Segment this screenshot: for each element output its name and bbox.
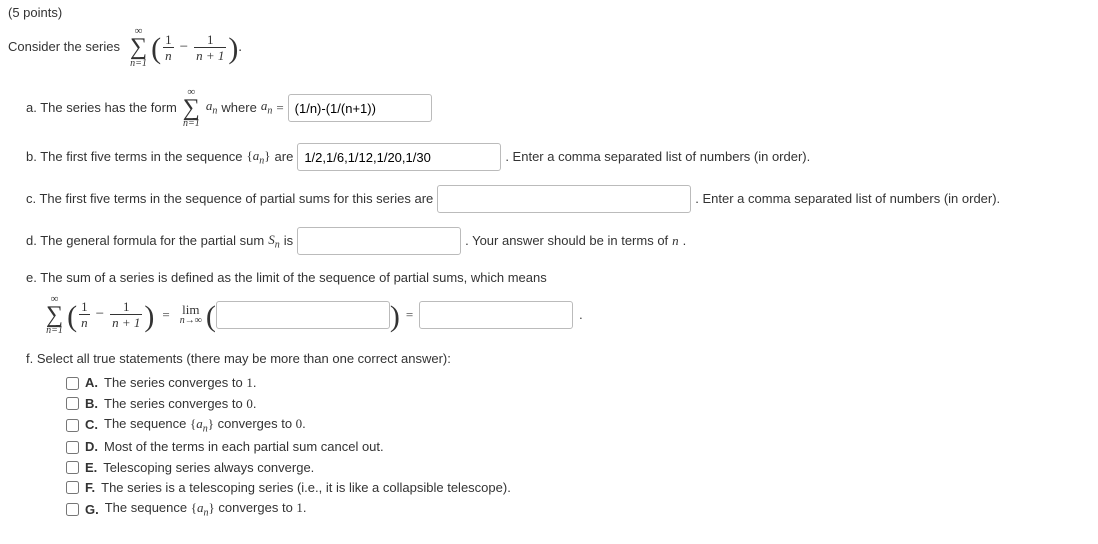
part-b: b. The first five terms in the sequence … xyxy=(26,143,1090,171)
choice-b-checkbox[interactable] xyxy=(66,397,79,410)
part-c-input[interactable] xyxy=(437,185,691,213)
summation-symbol: ∞ ∑ n=1 xyxy=(130,26,147,69)
choice-letter: C. xyxy=(85,416,98,434)
part-c-text: c. The first five terms in the sequence … xyxy=(26,190,433,208)
series-expr-e: ( 1n − 1n + 1 ) xyxy=(67,300,154,329)
sum-lower: n=1 xyxy=(130,59,147,69)
equals-2: = xyxy=(406,306,413,324)
fraction-2: 1n + 1 xyxy=(194,33,226,62)
part-a: a. The series has the form ∞ ∑ n=1 an wh… xyxy=(26,87,1090,130)
choice-letter: D. xyxy=(85,438,98,456)
choice-e-checkbox[interactable] xyxy=(66,461,79,474)
summation-e: ∞ ∑ n=1 xyxy=(46,294,63,337)
intro-text: Consider the series xyxy=(8,38,120,56)
sn-symbol: Sn xyxy=(268,231,280,253)
sigma-icon: ∑ xyxy=(130,37,147,59)
part-b-input[interactable] xyxy=(297,143,501,171)
part-c: c. The first five terms in the sequence … xyxy=(26,185,1090,213)
choice-d-checkbox[interactable] xyxy=(66,441,79,454)
part-f: f. Select all true statements (there may… xyxy=(26,350,1090,520)
choice-list: A. The series converges to 1. B. The series… xyxy=(66,374,1090,520)
part-d: d. The general formula for the partial s… xyxy=(26,227,1090,255)
choice-g-checkbox[interactable] xyxy=(66,503,79,516)
part-c-hint: . Enter a comma separated list of number… xyxy=(695,190,1000,208)
choice-letter: G. xyxy=(85,501,99,519)
part-a-text: a. The series has the form xyxy=(26,99,177,117)
choice-text: Telescoping series always converge. xyxy=(103,459,314,477)
choice-text: The series is a telescoping series (i.e.… xyxy=(101,479,511,497)
limit-symbol: lim n→∞ xyxy=(180,303,202,326)
choice-text: The sequence {an} converges to 0. xyxy=(104,415,306,437)
choice-text: The sequence {an} converges to 1. xyxy=(105,499,307,521)
an-symbol: an xyxy=(206,97,218,119)
part-d-text: d. The general formula for the partial s… xyxy=(26,232,264,250)
part-b-hint: . Enter a comma separated list of number… xyxy=(505,148,810,166)
an-set: {an} xyxy=(247,147,271,169)
n-var: n xyxy=(672,232,679,250)
choice-letter: A. xyxy=(85,374,98,392)
choice-b: B. The series converges to 0. xyxy=(66,395,1090,413)
choice-text: Most of the terms in each partial sum ca… xyxy=(104,438,384,456)
part-d-hint: . Your answer should be in terms of xyxy=(465,232,668,250)
is-text: is xyxy=(284,232,293,250)
dot: . xyxy=(579,306,582,324)
choice-text: The series converges to 0. xyxy=(104,395,256,413)
part-a-input[interactable] xyxy=(288,94,432,122)
part-e-input-1[interactable] xyxy=(216,301,390,329)
part-e-text: e. The sum of a series is defined as the… xyxy=(26,269,1090,287)
summation-a: ∞ ∑ n=1 xyxy=(183,87,200,130)
part-f-text: f. Select all true statements (there may… xyxy=(26,350,1090,368)
part-b-text: b. The first five terms in the sequence xyxy=(26,148,243,166)
problem-intro: Consider the series ∞ ∑ n=1 ( 1n − 1n + … xyxy=(8,26,1090,69)
choice-g: G. The sequence {an} converges to 1. xyxy=(66,499,1090,521)
choice-a-checkbox[interactable] xyxy=(66,377,79,390)
choice-a: A. The series converges to 1. xyxy=(66,374,1090,392)
choice-letter: E. xyxy=(85,459,97,477)
choice-f: F. The series is a telescoping series (i.… xyxy=(66,479,1090,497)
choice-c-checkbox[interactable] xyxy=(66,419,79,432)
choice-text: The series converges to 1. xyxy=(104,374,256,392)
fraction-1: 1n xyxy=(163,33,174,62)
choice-f-checkbox[interactable] xyxy=(66,481,79,494)
part-e-input-2[interactable] xyxy=(419,301,573,329)
choice-c: C. The sequence {an} converges to 0. xyxy=(66,415,1090,437)
equals-sign: = xyxy=(276,99,283,117)
where-text: where xyxy=(221,99,256,117)
minus-sign: − xyxy=(180,37,188,58)
series-expression: ( 1n − 1n + 1 ). xyxy=(151,33,242,62)
points-label: (5 points) xyxy=(8,4,1090,22)
equals-1: = xyxy=(162,306,169,324)
part-e: e. The sum of a series is defined as the… xyxy=(26,269,1090,336)
choice-e: E. Telescoping series always converge. xyxy=(66,459,1090,477)
choice-letter: F. xyxy=(85,479,95,497)
choice-d: D. Most of the terms in each partial sum … xyxy=(66,438,1090,456)
an-symbol-2: an xyxy=(261,97,273,119)
are-text: are xyxy=(275,148,294,166)
part-e-equation: ∞ ∑ n=1 ( 1n − 1n + 1 ) = lim n→∞ ( ) = … xyxy=(44,294,1090,337)
part-d-input[interactable] xyxy=(297,227,461,255)
choice-letter: B. xyxy=(85,395,98,413)
